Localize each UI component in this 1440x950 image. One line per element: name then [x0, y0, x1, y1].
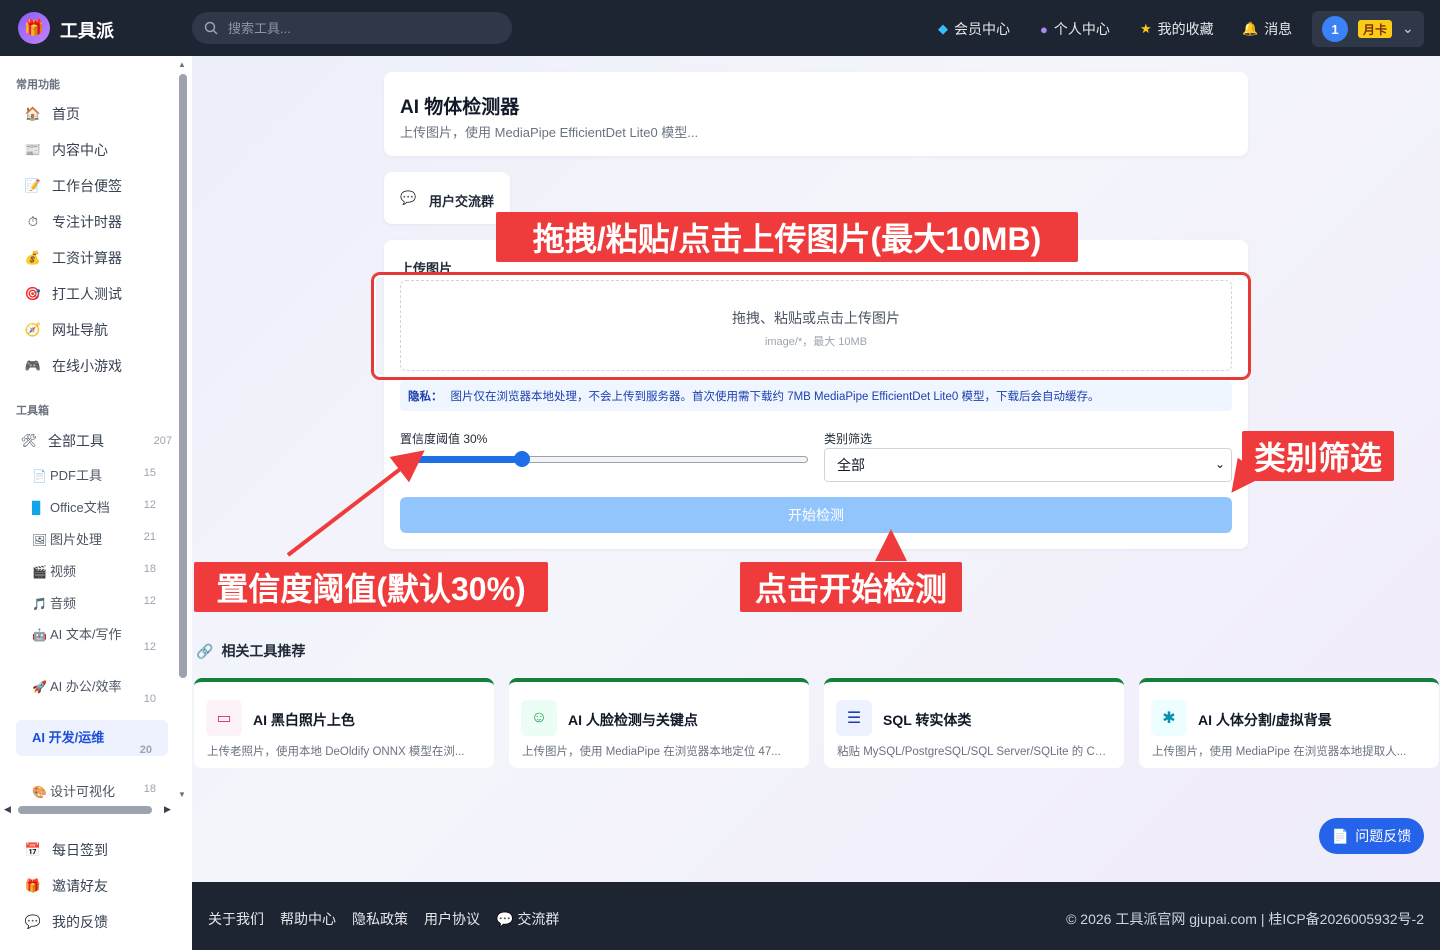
footer-link-privacy[interactable]: 隐私政策: [352, 909, 408, 929]
image-icon: ▭: [206, 700, 242, 736]
link-icon: 🔗: [196, 642, 214, 659]
footer-link-about[interactable]: 关于我们: [208, 909, 264, 929]
annotation-arrows: [286, 450, 1264, 561]
arrow-category: [1231, 457, 1264, 493]
related-tool-card[interactable]: ✱ AI 人体分割/虚拟背景 上传图片，使用 MediaPipe 在浏览器本地提…: [1139, 678, 1439, 768]
smiley-icon: ☺: [521, 700, 557, 736]
related-tool-card[interactable]: ☺ AI 人脸检测与关键点 上传图片，使用 MediaPipe 在浏览器本地定位…: [509, 678, 809, 768]
footer-link-help[interactable]: 帮助中心: [280, 909, 336, 929]
feedback-button[interactable]: 📄 问题反馈: [1319, 818, 1424, 854]
footer: 关于我们 帮助中心 隐私政策 用户协议 💬 交流群 © 2026 工具派官网 g…: [192, 882, 1440, 950]
related-tool-card[interactable]: ☰ SQL 转实体类 粘贴 MySQL/PostgreSQL/SQL Serve…: [824, 678, 1124, 768]
person-figure-icon: ✱: [1151, 700, 1187, 736]
footer-link-terms[interactable]: 用户协议: [424, 909, 480, 929]
related-tool-card[interactable]: ▭ AI 黑白照片上色 上传老照片，使用本地 DeOldify ONNX 模型在…: [194, 678, 494, 768]
speech-bubble-icon: 💬: [496, 911, 518, 927]
copyright: © 2026 工具派官网 gjupai.com | 桂ICP备202600593…: [1066, 911, 1424, 927]
related-tools-title: 🔗 相关工具推荐: [196, 642, 306, 660]
footer-link-group[interactable]: 💬 交流群: [496, 909, 559, 929]
arrow-confidence: [286, 450, 425, 557]
database-icon: ☰: [836, 700, 872, 736]
document-icon: 📄: [1331, 827, 1350, 844]
